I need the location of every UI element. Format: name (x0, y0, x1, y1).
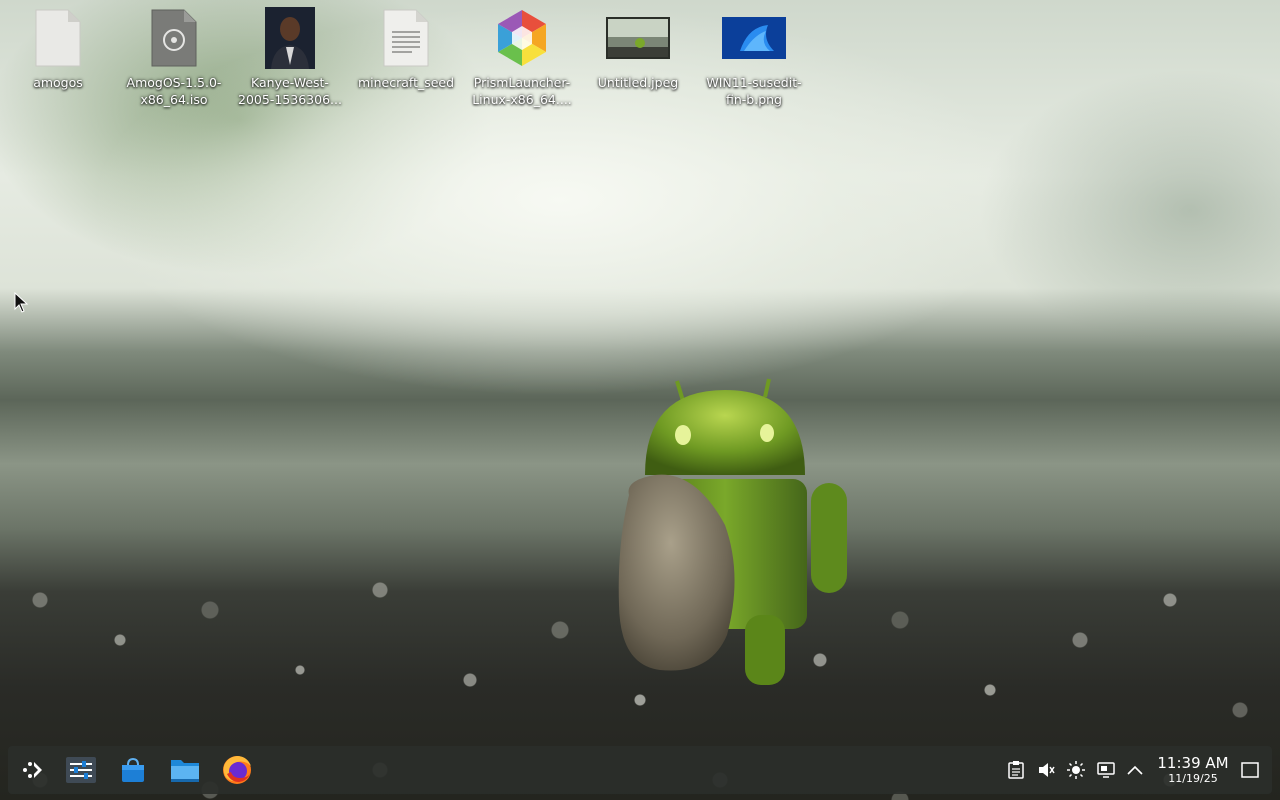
expand-tray-icon (1127, 765, 1143, 775)
mouse-cursor-icon (14, 292, 29, 313)
volume-button[interactable] (1034, 746, 1058, 794)
app-launcher-icon (23, 762, 42, 778)
firefox-button[interactable] (214, 746, 260, 794)
volume-muted-icon (1039, 763, 1055, 777)
desktop-icon-label: Kanye-West-2005-1536306... (238, 75, 342, 107)
clipboard-button[interactable] (1004, 746, 1028, 794)
clipboard-icon (1008, 761, 1024, 779)
desktop-icon-minecraft-seed[interactable]: minecraft_seed (348, 6, 464, 91)
desktop-icon-amogos[interactable]: amogos (0, 6, 116, 91)
desktop-icon-label: WIN11-susedit-fin-b.png (706, 75, 802, 107)
wallpaper-android-figure (618, 378, 847, 685)
desktop-icon-untitled-jpeg[interactable]: Untitled.jpeg (580, 6, 696, 91)
display-icon (1097, 762, 1115, 778)
clock-date: 11/19/25 (1168, 772, 1218, 785)
desktop-icon-label: PrismLauncher-Linux-x86_64.... (472, 75, 572, 107)
clock-time: 11:39 AM (1157, 754, 1229, 772)
show-desktop-icon (1241, 762, 1259, 778)
file-manager-button[interactable] (162, 746, 208, 794)
desktop-icon-kanye-photo[interactable]: Kanye-West-2005-1536306... (232, 6, 348, 108)
brightness-icon (1067, 761, 1085, 779)
desktop-icon-label: amogos (33, 75, 83, 90)
desktop-icon-label: Untitled.jpeg (597, 75, 679, 90)
firefox-icon (223, 756, 251, 784)
desktop-icon-label: minecraft_seed (357, 75, 455, 90)
digital-clock[interactable]: 11:39 AM 11/19/25 (1152, 754, 1234, 786)
image-thumbnail-icon (606, 6, 670, 70)
image-thumbnail-icon (722, 6, 786, 70)
show-desktop-button[interactable] (1236, 746, 1264, 794)
generic-file-icon (26, 6, 90, 70)
prism-launcher-icon (490, 6, 554, 70)
desktop-icon-prismlauncher[interactable]: PrismLauncher-Linux-x86_64.... (464, 6, 580, 108)
desktop-icon-label: AmogOS-1.5.0-x86_64.iso (126, 75, 222, 107)
photo-thumbnail-icon (258, 6, 322, 70)
discover-store-button[interactable] (110, 746, 156, 794)
folder-icon (171, 760, 199, 782)
expand-tray-button[interactable] (1124, 746, 1146, 794)
store-bag-icon (122, 757, 144, 782)
desktop-icon-win11-png[interactable]: WIN11-susedit-fin-b.png (696, 6, 812, 108)
application-launcher-button[interactable] (10, 746, 56, 794)
display-button[interactable] (1094, 746, 1118, 794)
taskbar: 11:39 AM 11/19/25 (8, 746, 1272, 794)
desktop[interactable]: amogos AmogOS-1.5.0-x86_64.iso Kanye-Wes… (0, 0, 1280, 800)
brightness-button[interactable] (1064, 746, 1088, 794)
text-file-icon (374, 6, 438, 70)
desktop-icon-amogos-iso[interactable]: AmogOS-1.5.0-x86_64.iso (116, 6, 232, 108)
system-settings-button[interactable] (58, 746, 104, 794)
disk-image-file-icon (142, 6, 206, 70)
settings-sliders-icon (66, 757, 96, 783)
